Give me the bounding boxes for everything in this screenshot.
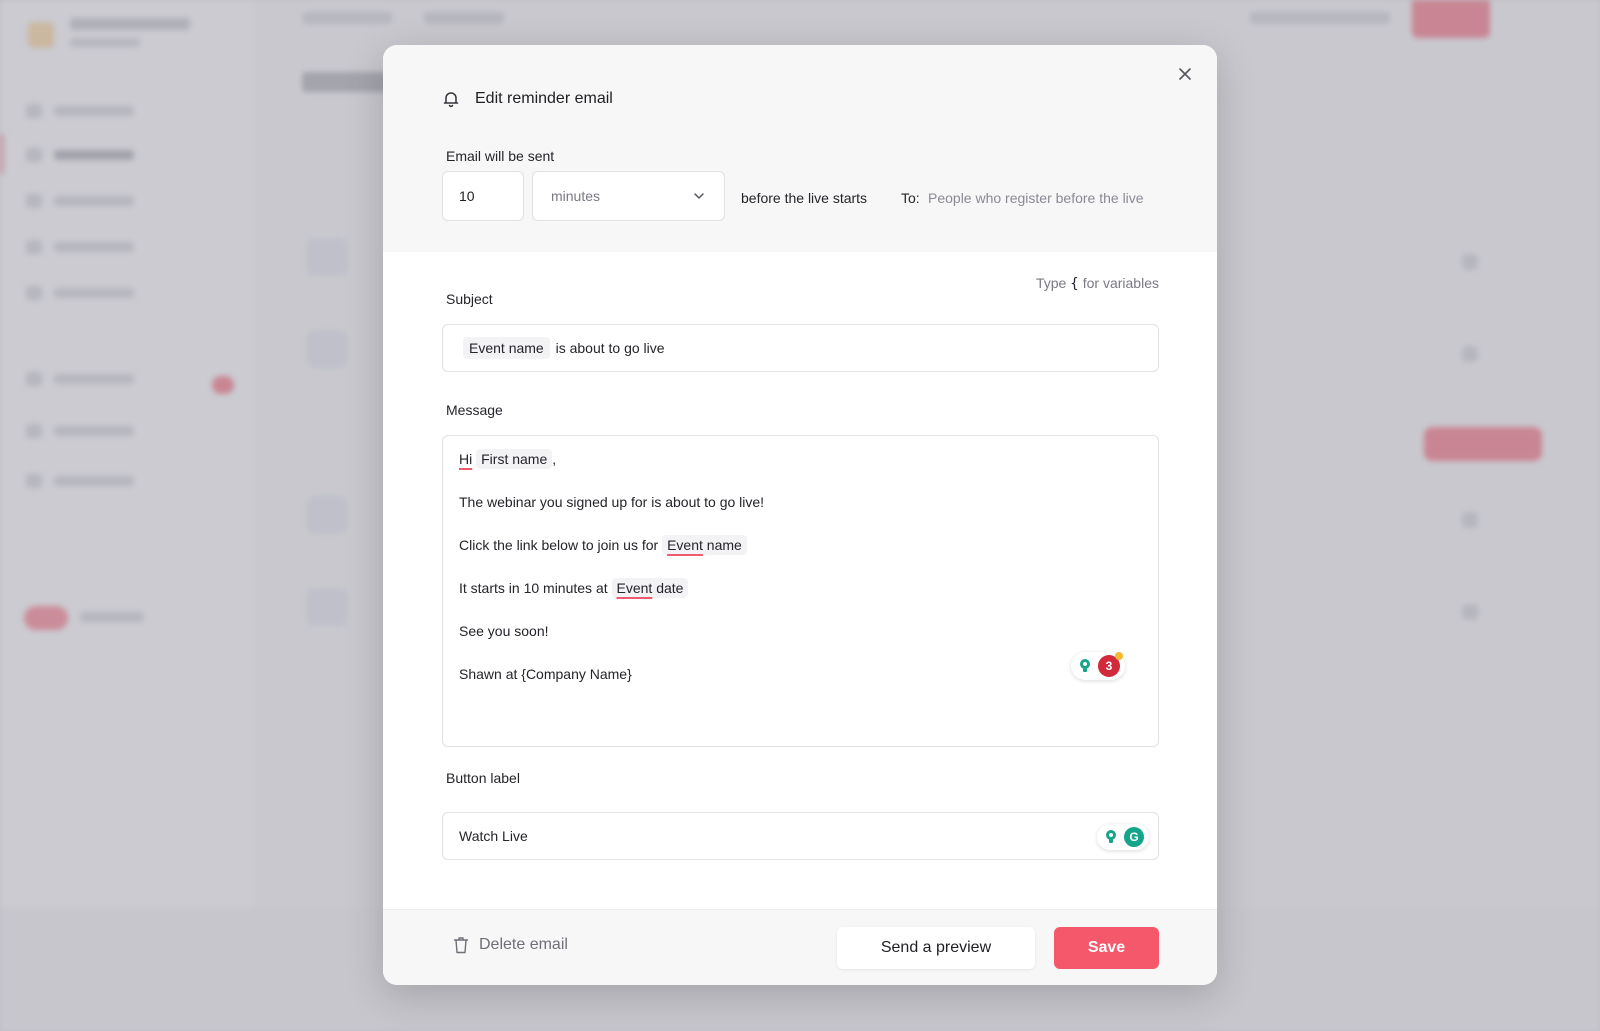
message-line: See you soon! <box>459 623 549 639</box>
message-variable-chip[interactable]: Event name <box>662 535 747 555</box>
message-line: The webinar you signed up for is about t… <box>459 494 765 510</box>
grammarly-widget[interactable]: G <box>1097 824 1149 850</box>
send-preview-button[interactable]: Send a preview <box>837 927 1035 969</box>
variables-hint-prefix: Type <box>1035 275 1067 291</box>
message-line: Hi First name, <box>459 448 1142 470</box>
bell-icon <box>443 92 459 108</box>
message-variable-word: date <box>656 580 684 596</box>
grammarly-widget[interactable]: 3 <box>1071 652 1125 680</box>
schedule-amount-input[interactable] <box>442 171 524 221</box>
message-line: Click the link below to join us for Even… <box>459 534 1142 556</box>
recipients-value: People who register before the live <box>928 190 1144 206</box>
grammarly-logo-icon[interactable]: G <box>1124 827 1144 847</box>
message-text: It starts in 10 minutes at <box>459 580 608 596</box>
close-icon <box>1179 67 1191 80</box>
subject-text: is about to go live <box>555 340 665 356</box>
variables-hint-symbol: { <box>1070 276 1079 292</box>
message-variable-word: name <box>706 537 742 553</box>
message-variable-chip[interactable]: Event date <box>611 578 689 598</box>
message-greeting: Hi <box>459 451 473 467</box>
message-editor[interactable]: Hi First name, The webinar you signed up… <box>442 435 1159 747</box>
message-line: Shawn at {Company Name} <box>459 666 632 682</box>
modal-title-row: Edit reminder email <box>441 89 613 109</box>
grammarly-issue-count[interactable]: 3 <box>1098 652 1123 677</box>
message-text: Click the link below to join us for <box>459 537 659 553</box>
button-label-label: Button label <box>446 770 520 786</box>
save-button[interactable]: Save <box>1054 927 1159 969</box>
schedule-unit-select[interactable]: minutes <box>532 171 725 221</box>
modal-header: Edit reminder email Email will be sent m… <box>383 45 1217 252</box>
trash-icon <box>453 937 469 954</box>
variables-hint-suffix: for variables <box>1082 275 1159 291</box>
lightbulb-icon <box>1106 830 1116 843</box>
modal-title: Edit reminder email <box>475 90 613 107</box>
message-variable-chip[interactable]: First name <box>476 449 553 469</box>
schedule-label: Email will be sent <box>446 148 555 164</box>
subject-label: Subject <box>446 291 493 307</box>
message-greeting-end: , <box>552 451 557 467</box>
subject-variable-chip[interactable]: Event name <box>463 337 550 359</box>
subject-input[interactable]: Event name is about to go live <box>442 324 1159 372</box>
schedule-relative-text: before the live starts <box>741 190 868 206</box>
message-line: It starts in 10 minutes at Event date <box>459 577 1142 599</box>
variables-hint: Type{for variables <box>1036 275 1159 292</box>
edit-reminder-modal: Edit reminder email Email will be sent m… <box>383 45 1217 985</box>
delete-email-label: Delete email <box>479 936 568 953</box>
message-variable-word: Event <box>667 537 703 553</box>
delete-email-button[interactable]: Delete email <box>453 936 568 954</box>
message-label: Message <box>446 402 503 418</box>
chevron-down-icon <box>694 193 704 199</box>
recipients-label: To: <box>901 190 920 206</box>
modal-footer: Delete email Send a preview Save <box>383 909 1217 985</box>
schedule-unit-value: minutes <box>551 188 601 204</box>
button-label-value: Watch Live <box>459 828 528 844</box>
message-variable-word: Event <box>616 580 653 596</box>
button-label-input[interactable]: Watch Live G <box>442 812 1159 860</box>
lightbulb-icon <box>1080 659 1090 672</box>
close-button[interactable] <box>1173 63 1197 87</box>
